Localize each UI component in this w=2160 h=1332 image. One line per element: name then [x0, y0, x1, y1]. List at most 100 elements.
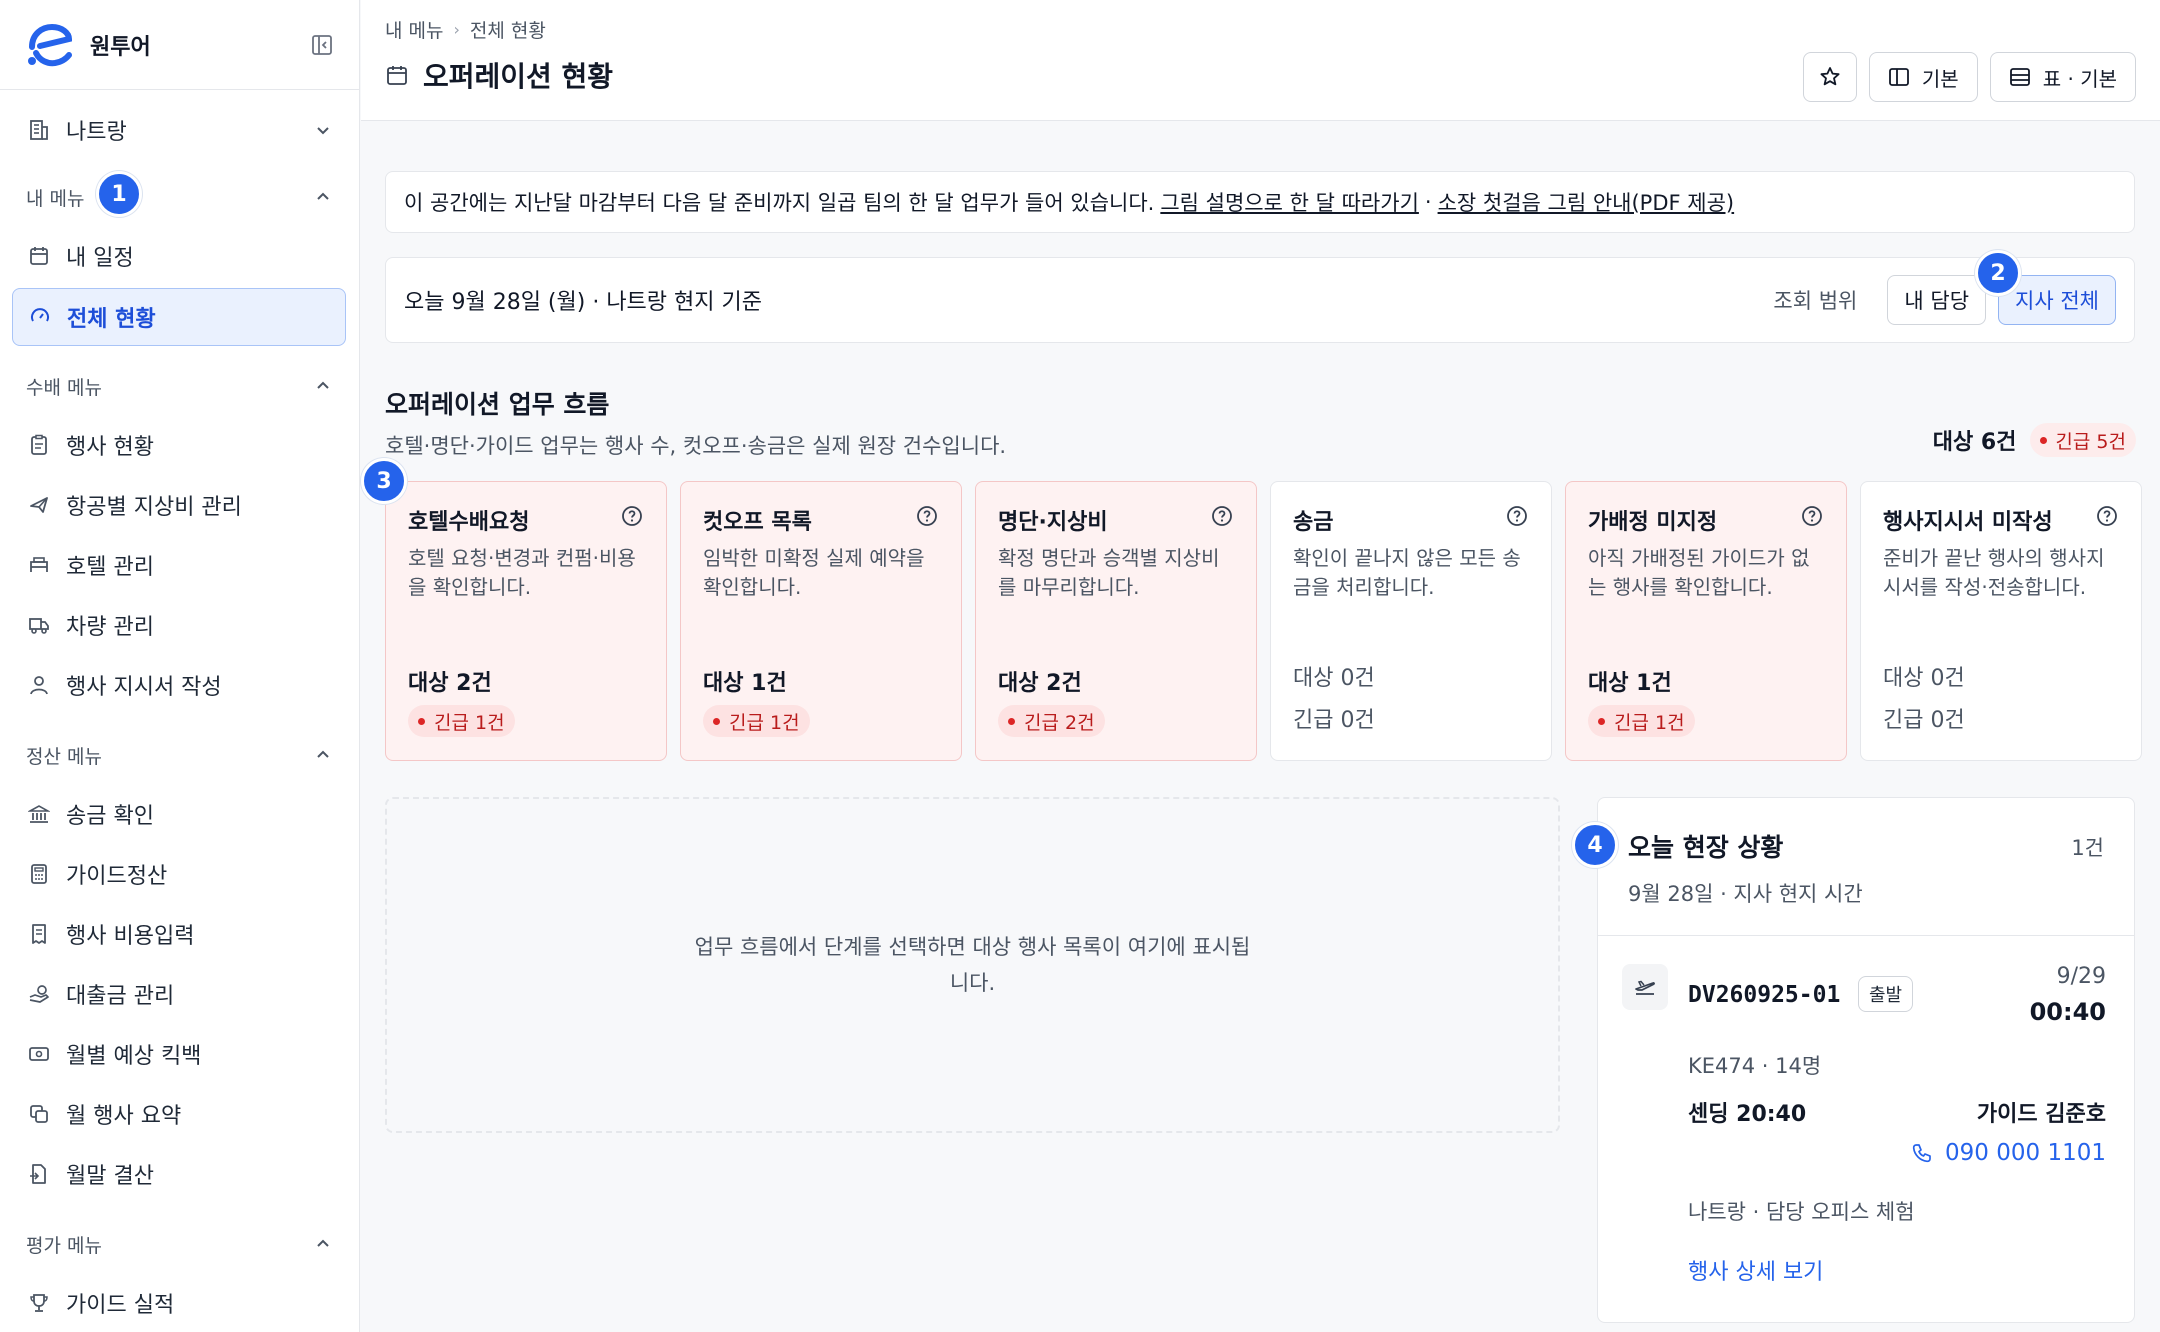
flow-card-remittance[interactable]: 송금 확인이 끝나지 않은 모든 송금을 처리합니다. 대상 0건 긴급 0건 — [1270, 481, 1552, 761]
today-panel-header: 오늘 현장 상황 1건 9월 28일 · 지사 현지 시간 — [1598, 798, 2134, 936]
branch-label: 나트랑 — [66, 120, 127, 145]
flow-card-hotel-request[interactable]: 호텔수배요청 호텔 요청·변경과 컨펌·비용을 확인합니다. 대상 2건 긴급 … — [385, 481, 667, 761]
help-circle-icon[interactable] — [1800, 504, 1824, 528]
flow-cards: 호텔수배요청 호텔 요청·변경과 컨펌·비용을 확인합니다. 대상 2건 긴급 … — [385, 481, 2142, 761]
branch-selector[interactable]: 나트랑 — [0, 102, 360, 158]
sidebar-item-guide-performance[interactable]: 가이드 실적 — [0, 1275, 360, 1331]
calendar-icon — [385, 62, 411, 88]
sidebar-item-loan[interactable]: 대출금 관리 — [0, 966, 360, 1022]
card-urgent-text: 긴급 1건 — [729, 711, 800, 734]
plane-icon — [26, 492, 52, 518]
sidebar-item-label: 가이드 실적 — [66, 1293, 175, 1318]
help-circle-icon[interactable] — [2095, 504, 2119, 528]
section-arrangement[interactable]: 수배 메뉴 — [0, 361, 360, 411]
section-settlement-label: 정산 메뉴 — [26, 745, 102, 768]
today-field-panel: 오늘 현장 상황 1건 9월 28일 · 지사 현지 시간 DV260925-0… — [1597, 797, 2135, 1323]
sidebar-item-my-schedule[interactable]: 내 일정 — [0, 228, 360, 284]
sidebar-item-kickback[interactable]: 월별 예상 킥백 — [0, 1026, 360, 1082]
calendar-icon — [26, 243, 52, 269]
event-detail-link[interactable]: 행사 상세 보기 — [1688, 1254, 1823, 1286]
table-icon — [2009, 65, 2033, 89]
urgent-badge-text: 긴급 5건 — [2055, 430, 2126, 453]
flow-total: 대상 6건 — [1932, 430, 2017, 455]
sidebar-item-guide-settlement[interactable]: 가이드정산 — [0, 846, 360, 902]
event-code[interactable]: DV260925-01 — [1688, 982, 1840, 1008]
guide-phone-number: 090 000 1101 — [1945, 1140, 2106, 1166]
sidebar-item-hotel[interactable]: 호텔 관리 — [0, 537, 360, 593]
flow-card-roster-allowance[interactable]: 명단·지상비 확정 명단과 승객별 지상비를 마무리합니다. 대상 2건 긴급 … — [975, 481, 1257, 761]
guide-phone-link[interactable]: 090 000 1101 — [1911, 1140, 2106, 1166]
urgent-dot-icon — [713, 717, 720, 725]
sidebar-item-overview[interactable]: 전체 현황 — [12, 288, 346, 346]
view-layout-button[interactable]: 기본 — [1868, 52, 1978, 102]
help-circle-icon[interactable] — [1505, 504, 1529, 528]
card-title: 가배정 미지정 — [1588, 510, 1718, 535]
chevron-right-icon: › — [453, 20, 460, 39]
today-date-label: 오늘 9월 28일 (월) · 나트랑 현지 기준 — [404, 290, 762, 315]
brand-name: 원투어 — [90, 34, 151, 60]
sidebar-item-instruction[interactable]: 행사 지시서 작성 — [0, 657, 360, 713]
sidebar-item-label: 항공별 지상비 관리 — [66, 495, 242, 520]
breadcrumb-item[interactable]: 내 메뉴 — [385, 16, 443, 43]
view-layout-label: 기본 — [1921, 66, 1959, 91]
sidebar-item-label: 대출금 관리 — [66, 984, 175, 1009]
card-description: 호텔 요청·변경과 컨펌·비용을 확인합니다. — [408, 546, 636, 599]
table-view-label: 표 · 기본 — [2042, 66, 2117, 91]
event-item: DV260925-01 출발 9/29 00:40 KE474 · 14명 센딩… — [1598, 936, 2134, 1285]
favorite-button[interactable] — [1802, 52, 1857, 102]
event-sending-time: 센딩 20:40 — [1688, 1102, 1807, 1127]
sidebar-item-monthly-summary[interactable]: 월 행사 요약 — [0, 1086, 360, 1142]
pdf-guide-link[interactable]: 소장 첫걸음 그림 안내(PDF 제공) — [1438, 187, 1735, 217]
brand-logo-icon[interactable] — [24, 20, 74, 70]
notice-text: 이 공간에는 지난달 마감부터 다음 달 준비까지 일곱 팀의 한 달 업무가 … — [404, 191, 1155, 215]
gauge-icon — [27, 304, 53, 330]
sidebar-collapse-icon[interactable] — [309, 32, 335, 58]
sidebar-item-airline-allowance[interactable]: 항공별 지상비 관리 — [0, 477, 360, 533]
flow-card-instruction-missing[interactable]: 행사지시서 미작성 준비가 끝난 행사의 행사지시서를 작성·전송합니다. 대상… — [1860, 481, 2142, 761]
section-settlement[interactable]: 정산 메뉴 — [0, 730, 360, 780]
table-view-button[interactable]: 표 · 기본 — [1989, 52, 2136, 102]
card-description: 준비가 끝난 행사의 행사지시서를 작성·전송합니다. — [1883, 546, 2105, 599]
sidebar-item-label: 행사 비용입력 — [66, 924, 195, 949]
card-title: 송금 — [1293, 510, 1334, 535]
flow-summary: 대상 6건 긴급 5건 — [1933, 423, 2136, 457]
event-list-placeholder: 업무 흐름에서 단계를 선택하면 대상 행사 목록이 여기에 표시됩니다. — [385, 797, 1560, 1133]
flow-card-cutoff[interactable]: 컷오프 목록 임박한 미확정 실제 예약을 확인합니다. 대상 1건 긴급 1건 — [680, 481, 962, 761]
section-my-menu[interactable]: 내 메뉴 — [0, 172, 360, 222]
step-badge-1: 1 — [96, 171, 142, 217]
breadcrumb-item: 전체 현황 — [469, 20, 546, 42]
help-circle-icon[interactable] — [1210, 504, 1234, 528]
building-icon — [26, 117, 52, 143]
copy-icon — [26, 1101, 52, 1127]
urgent-badge: 긴급 5건 — [2030, 423, 2136, 457]
sidebar-item-label: 송금 확인 — [66, 804, 154, 829]
section-evaluation-label: 평가 메뉴 — [26, 1234, 102, 1257]
header-actions: 기본 표 · 기본 — [1802, 52, 2136, 102]
bed-icon — [26, 552, 52, 578]
date-scope-bar: 오늘 9월 28일 (월) · 나트랑 현지 기준 조회 범위 내 담당 지사 … — [385, 257, 2135, 343]
help-circle-icon[interactable] — [915, 504, 939, 528]
card-urgent-text: 긴급 2건 — [1024, 711, 1095, 734]
scope-mine-button[interactable]: 내 담당 — [1887, 275, 1987, 325]
card-urgent-text: 긴급 1건 — [1614, 711, 1685, 734]
sidebar-item-remittance[interactable]: 송금 확인 — [0, 786, 360, 842]
card-target-count: 대상 1건 — [703, 671, 787, 696]
flow-card-guide-unassigned[interactable]: 가배정 미지정 아직 가배정된 가이드가 없는 행사를 확인합니다. 대상 1건… — [1565, 481, 1847, 761]
event-guide: 가이드 김준호 — [1976, 1102, 2106, 1127]
sidebar-item-label: 호텔 관리 — [66, 555, 154, 580]
guide-link[interactable]: 그림 설명으로 한 달 따라가기 — [1160, 187, 1419, 217]
user-icon — [26, 672, 52, 698]
page-title-text: 오퍼레이션 현황 — [423, 60, 614, 93]
sidebar-item-event-status[interactable]: 행사 현황 — [0, 417, 360, 473]
chevron-up-icon — [312, 186, 334, 208]
section-evaluation[interactable]: 평가 메뉴 — [0, 1219, 360, 1269]
card-urgent-badge: 긴급 1건 — [703, 705, 810, 737]
help-circle-icon[interactable] — [620, 504, 644, 528]
clipboard-icon — [26, 432, 52, 458]
calculator-icon — [26, 861, 52, 887]
sidebar-item-label: 행사 지시서 작성 — [66, 675, 222, 700]
sidebar-item-month-end[interactable]: 월말 결산 — [0, 1146, 360, 1202]
breadcrumb: 내 메뉴 › 전체 현황 — [385, 16, 546, 43]
sidebar-item-event-cost[interactable]: 행사 비용입력 — [0, 906, 360, 962]
sidebar-item-vehicle[interactable]: 차량 관리 — [0, 597, 360, 653]
